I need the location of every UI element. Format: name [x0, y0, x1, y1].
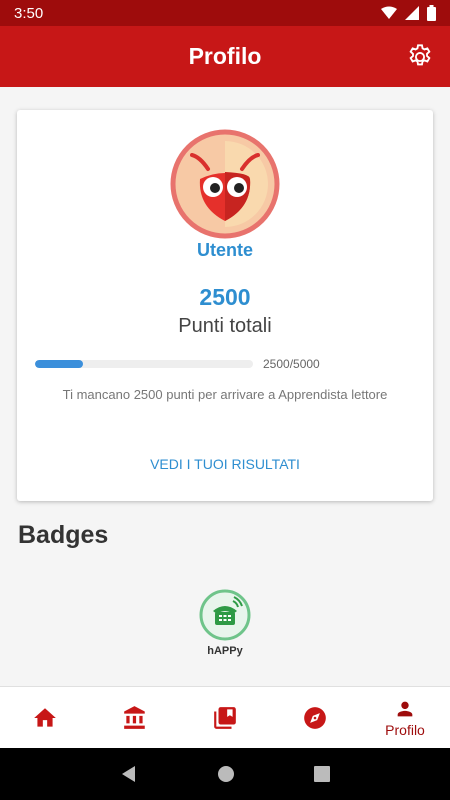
battery-icon [427, 5, 436, 21]
library-icon [214, 706, 236, 729]
status-time: 3:50 [14, 4, 44, 22]
person-icon [397, 701, 413, 716]
badge-label: hAPPy [207, 645, 243, 657]
progress-text: 2500/5000 [263, 357, 320, 371]
badges-title: Badges [18, 521, 109, 549]
app-bar: Profilo [0, 26, 450, 87]
status-icons [381, 5, 436, 21]
compass-icon [304, 706, 326, 729]
status-bar: 3:50 [0, 0, 450, 26]
username: Utente [196, 240, 253, 260]
points-label: Punti totali [178, 315, 272, 337]
points-value: 2500 [199, 284, 251, 310]
page-title: Profilo [188, 43, 262, 69]
back-icon[interactable] [120, 765, 138, 783]
home-icon [34, 707, 56, 727]
system-nav-bar [0, 748, 450, 800]
signal-icon [405, 6, 419, 20]
progress-bar [35, 360, 253, 368]
progress-fill [35, 360, 83, 368]
nav-profile-label: Profilo [385, 721, 425, 738]
view-results-link[interactable]: VEDI I TUOI RISULTATI [0, 456, 450, 472]
avatar [170, 129, 280, 239]
bottom-nav: Profilo [0, 686, 450, 748]
gear-icon[interactable] [406, 43, 434, 71]
nav-item-profile[interactable]: Profilo [360, 687, 450, 748]
home-button-icon[interactable] [217, 765, 235, 783]
phone-icon[interactable] [199, 589, 251, 641]
recents-icon[interactable] [314, 766, 331, 782]
museum-icon [124, 705, 145, 729]
nav-item-library[interactable] [180, 687, 270, 748]
nav-item-museum[interactable] [90, 687, 180, 748]
nav-item-home[interactable] [0, 687, 90, 748]
missing-points-text: Ti mancano 2500 punti per arrivare a App… [62, 387, 388, 402]
wifi-icon [381, 6, 397, 19]
nav-item-explore[interactable] [270, 687, 360, 748]
